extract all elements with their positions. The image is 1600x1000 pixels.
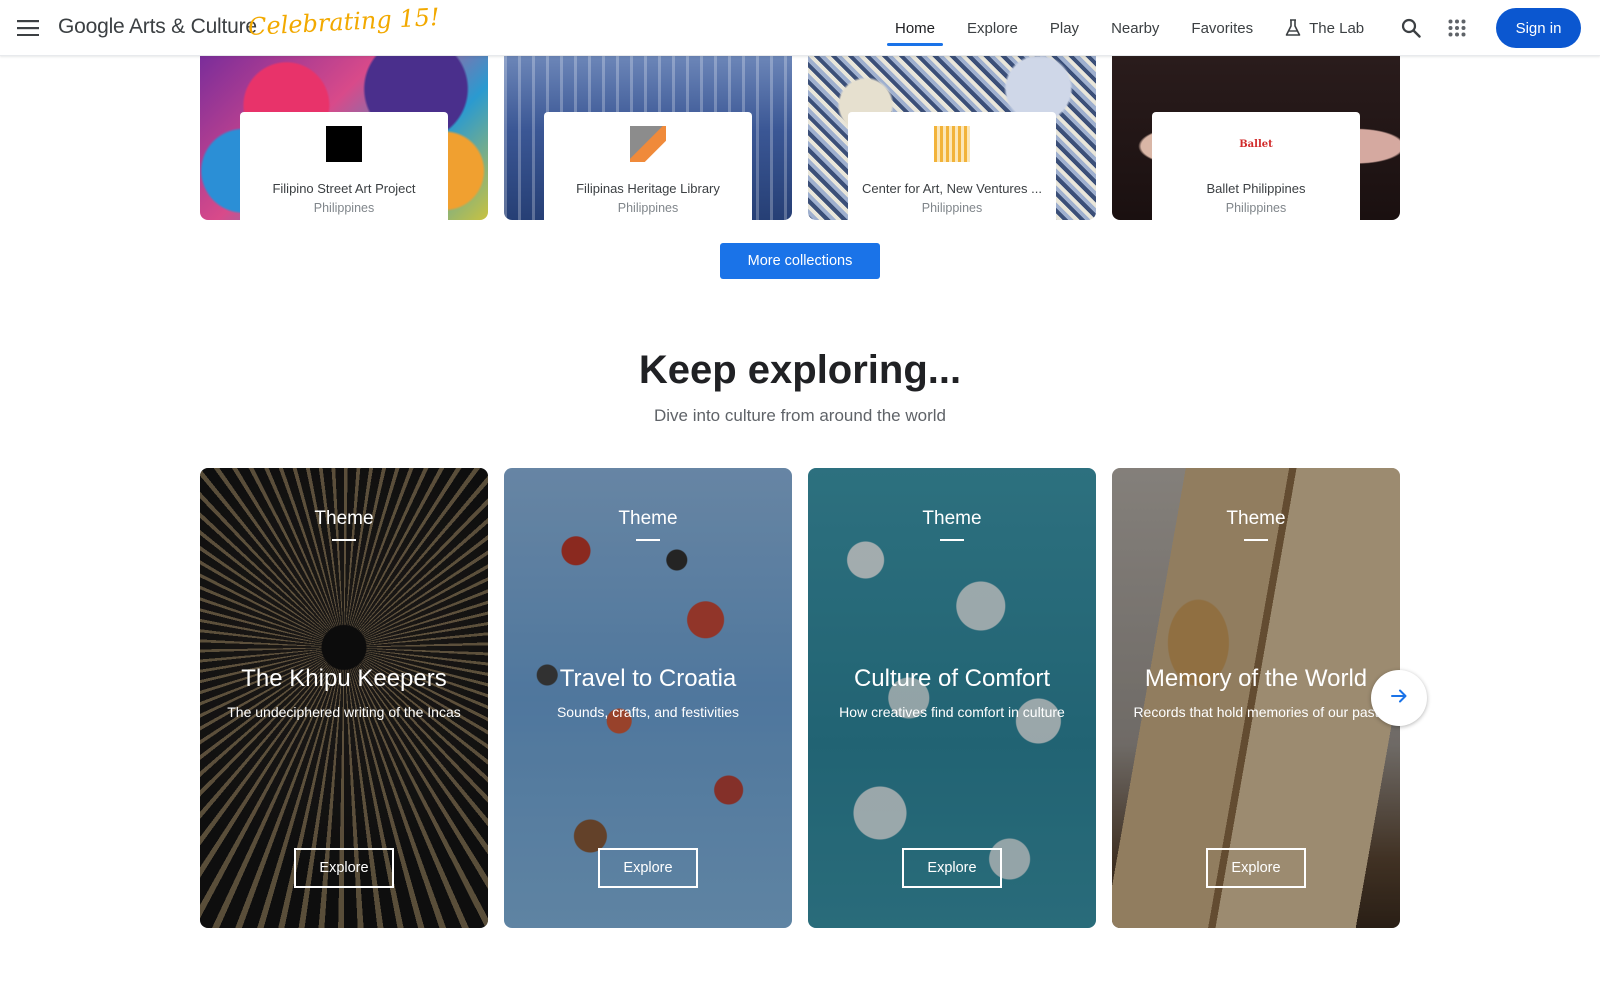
collection-logo-text: Ballet — [1239, 138, 1273, 150]
collection-card-center-for-art[interactable]: Center for Art, New Ventures ... Philipp… — [808, 56, 1096, 220]
theme-explore-button[interactable]: Explore — [1206, 848, 1306, 888]
collection-logo — [326, 126, 362, 162]
nav-favorites[interactable]: Favorites — [1191, 0, 1253, 56]
top-app-bar: Google Arts & Culture Celebrating 15! Ho… — [0, 0, 1600, 56]
collection-country: Philippines — [617, 201, 679, 215]
collection-logo — [630, 126, 666, 162]
theme-description: Records that hold memories of our past — [1133, 704, 1379, 720]
collection-logo — [934, 126, 970, 162]
menu-icon[interactable] — [12, 12, 44, 44]
theme-title: Memory of the World — [1144, 665, 1368, 692]
nav-nearby-label: Nearby — [1111, 19, 1160, 37]
theme-divider — [332, 539, 356, 541]
theme-title: Travel to Croatia — [559, 665, 737, 692]
collection-info: Filipino Street Art Project Philippines — [240, 112, 448, 220]
site-logo[interactable]: Google Arts & Culture — [58, 15, 257, 39]
theme-description: How creatives find comfort in culture — [839, 704, 1065, 720]
theme-title: The Khipu Keepers — [241, 665, 447, 692]
theme-card-croatia[interactable]: Theme Travel to Croatia Sounds, crafts, … — [504, 468, 792, 928]
theme-card-khipu[interactable]: Theme The Khipu Keepers The undeciphered… — [200, 468, 488, 928]
celebration-badge: Celebrating 15! — [247, 3, 441, 41]
theme-kicker: Theme — [618, 508, 678, 529]
sign-in-button[interactable]: Sign in — [1496, 8, 1581, 48]
flask-icon — [1285, 19, 1301, 37]
search-icon[interactable] — [1397, 14, 1425, 42]
collection-country: Philippines — [921, 201, 983, 215]
collection-name: Ballet Philippines — [1206, 181, 1306, 196]
theme-kicker: Theme — [922, 508, 982, 529]
collection-card-street-art[interactable]: Filipino Street Art Project Philippines — [200, 56, 488, 220]
main-nav: Home Explore Play Nearby Favorites The L… — [886, 0, 1396, 56]
theme-description: Sounds, crafts, and festivities — [556, 704, 740, 720]
collection-country: Philippines — [313, 201, 375, 215]
nav-play[interactable]: Play — [1050, 0, 1079, 56]
nav-home-label: Home — [895, 19, 936, 37]
theme-title: Culture of Comfort — [853, 665, 1051, 692]
nav-explore-label: Explore — [967, 19, 1018, 37]
collection-card-heritage-library[interactable]: Filipinas Heritage Library Philippines — [504, 56, 792, 220]
theme-explore-button[interactable]: Explore — [902, 848, 1002, 888]
collection-name: Center for Art, New Ventures ... — [862, 181, 1042, 196]
collection-info: Center for Art, New Ventures ... Philipp… — [848, 112, 1056, 220]
themes-carousel: Theme The Khipu Keepers The undeciphered… — [200, 468, 1400, 928]
theme-explore-button[interactable]: Explore — [294, 848, 394, 888]
nav-play-label: Play — [1049, 19, 1080, 37]
carousel-next-button[interactable] — [1371, 670, 1427, 726]
collection-name: Filipinas Heritage Library — [576, 181, 720, 196]
nav-nearby[interactable]: Nearby — [1111, 0, 1159, 56]
theme-divider — [636, 539, 660, 541]
collection-name: Filipino Street Art Project — [272, 181, 416, 196]
theme-kicker: Theme — [314, 508, 374, 529]
more-collections-button[interactable]: More collections — [720, 243, 880, 279]
theme-divider — [1244, 539, 1268, 541]
nav-home[interactable]: Home — [886, 0, 944, 56]
section-subtitle: Dive into culture from around the world — [654, 406, 946, 425]
theme-explore-button[interactable]: Explore — [598, 848, 698, 888]
section-title: Keep exploring... — [638, 348, 962, 392]
nav-the-lab-label: The Lab — [1309, 19, 1365, 37]
theme-card-memory[interactable]: Theme Memory of the World Records that h… — [1112, 468, 1400, 928]
nav-the-lab[interactable]: The Lab — [1285, 0, 1364, 56]
arrow-right-icon — [1390, 687, 1408, 710]
theme-card-comfort[interactable]: Theme Culture of Comfort How creatives f… — [808, 468, 1096, 928]
collection-info: Ballet Ballet Philippines Philippines — [1152, 112, 1360, 220]
theme-description: The undeciphered writing of the Incas — [227, 704, 461, 720]
collections-row: Filipino Street Art Project Philippines … — [200, 56, 1400, 220]
theme-kicker: Theme — [1226, 508, 1286, 529]
nav-favorites-label: Favorites — [1191, 19, 1254, 37]
collection-card-ballet[interactable]: Ballet Ballet Philippines Philippines — [1112, 56, 1400, 220]
collection-logo: Ballet — [1238, 126, 1274, 162]
theme-divider — [940, 539, 964, 541]
apps-grid-icon[interactable] — [1443, 14, 1471, 42]
collection-info: Filipinas Heritage Library Philippines — [544, 112, 752, 220]
nav-explore[interactable]: Explore — [967, 0, 1018, 56]
collection-country: Philippines — [1225, 201, 1287, 215]
